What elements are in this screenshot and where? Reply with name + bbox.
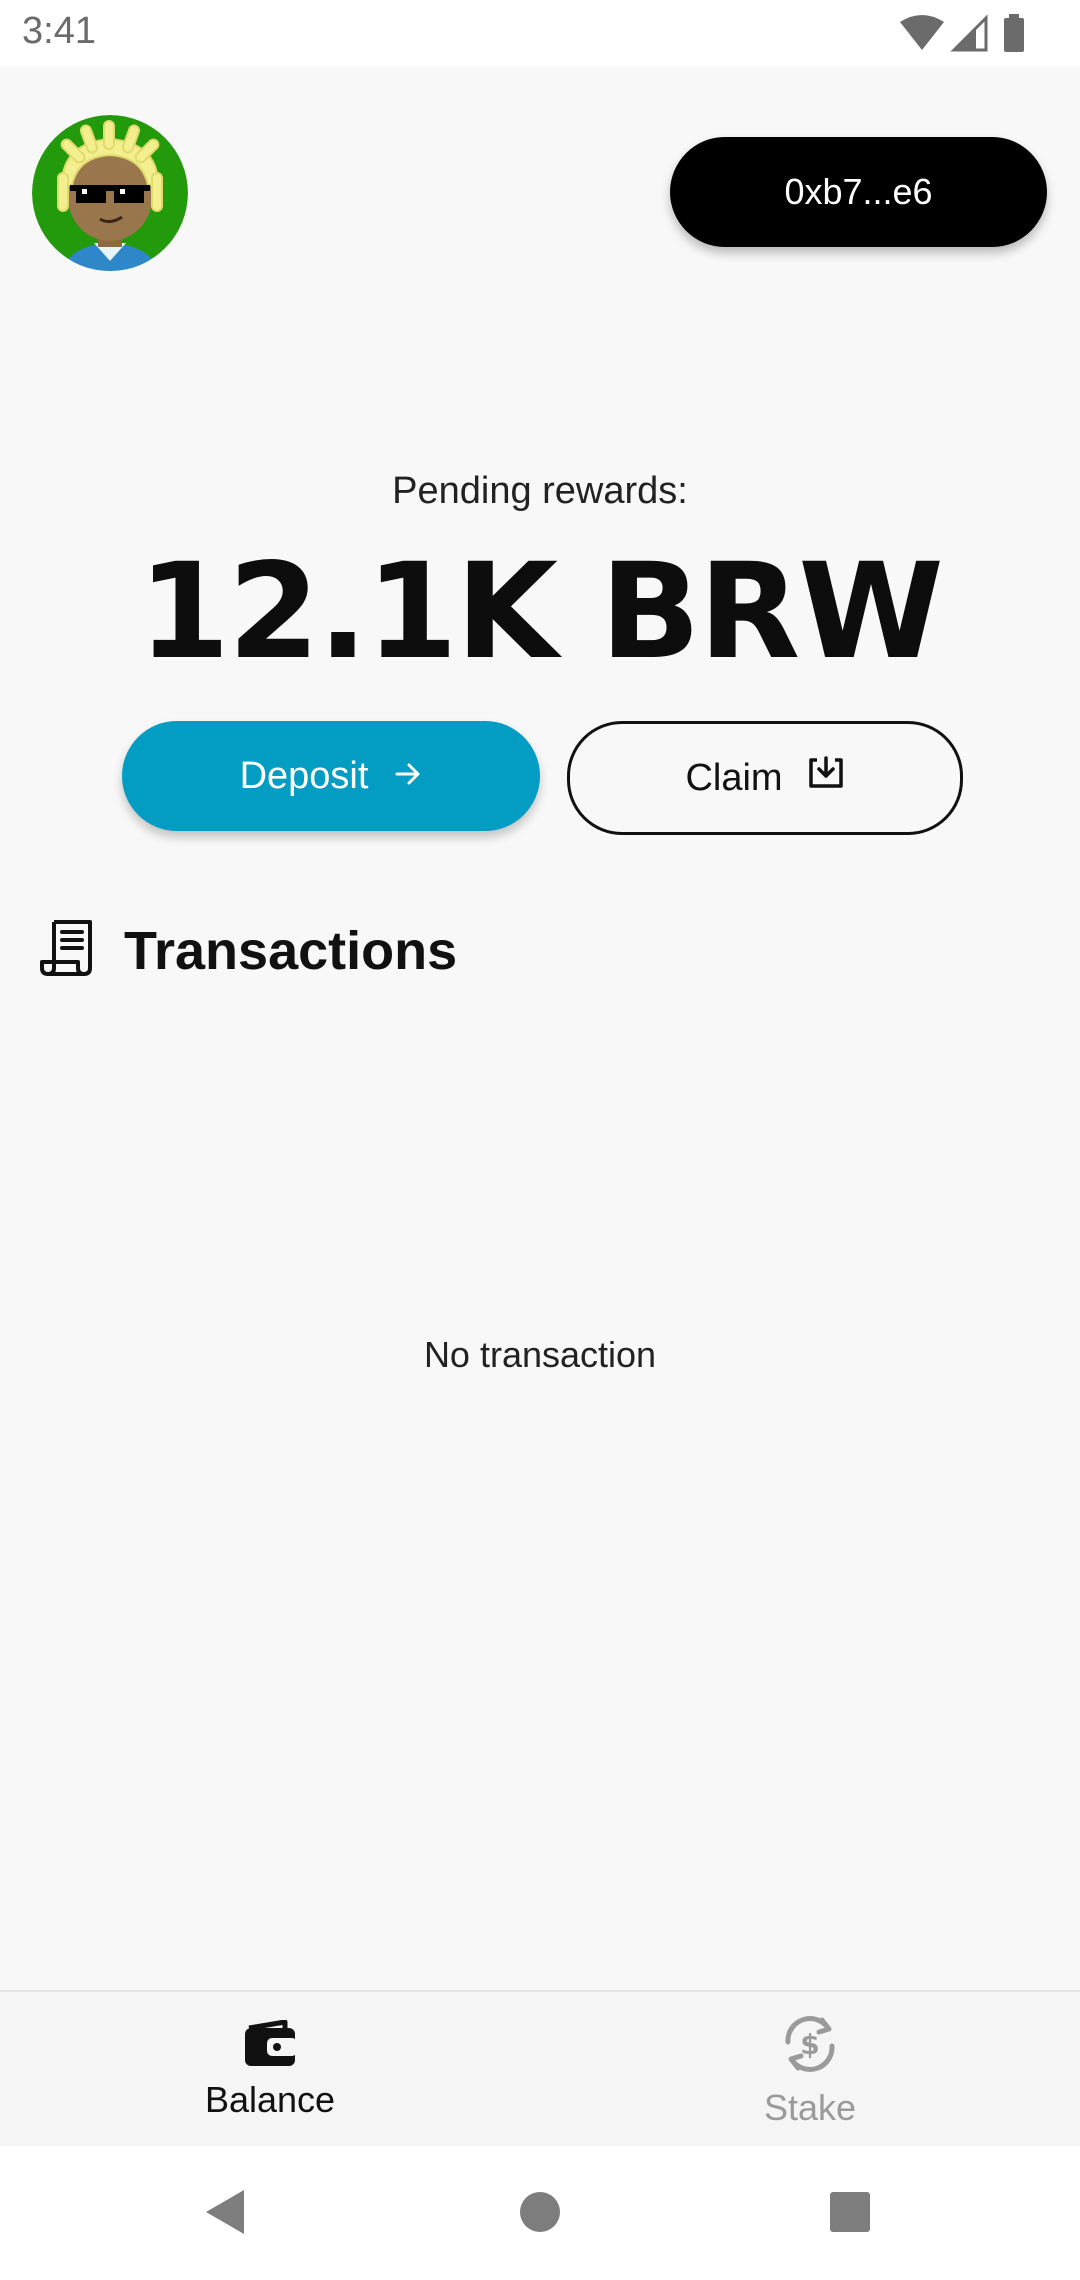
download-icon bbox=[807, 756, 845, 800]
wallet-icon bbox=[243, 2019, 297, 2073]
signal-icon bbox=[950, 14, 988, 52]
arrow-right-icon bbox=[394, 755, 422, 798]
empty-transactions-text: No transaction bbox=[423, 1334, 657, 1375]
nav-label-stake: Stake bbox=[763, 2086, 857, 2128]
status-icons bbox=[900, 14, 1040, 54]
transactions-title: Transactions bbox=[124, 920, 458, 981]
transactions-header: Transactions bbox=[38, 918, 457, 983]
system-navigation-bar bbox=[0, 2146, 1080, 2280]
back-icon[interactable] bbox=[204, 2188, 248, 2241]
status-bar: 3:41 bbox=[0, 0, 1080, 66]
home-icon[interactable] bbox=[518, 2190, 562, 2239]
pending-rewards-value: 12.1K BRW bbox=[138, 535, 944, 689]
stake-icon: $ bbox=[778, 2012, 842, 2081]
bottom-nav: Balance $ Stake bbox=[0, 1990, 1080, 2148]
nav-label-balance: Balance bbox=[204, 2078, 336, 2120]
avatar[interactable] bbox=[32, 115, 188, 271]
recents-icon[interactable] bbox=[828, 2190, 872, 2239]
deposit-button[interactable]: Deposit bbox=[122, 721, 540, 831]
nav-item-stake[interactable]: $ Stake bbox=[660, 1992, 960, 2148]
wallet-address-button[interactable]: 0xb7...e6 bbox=[670, 137, 1047, 247]
svg-text:$: $ bbox=[800, 2028, 819, 2061]
claim-button[interactable]: Claim bbox=[567, 721, 963, 835]
status-time: 3:41 bbox=[22, 10, 96, 52]
battery-icon bbox=[1004, 14, 1024, 52]
wallet-address-label: 0xb7...e6 bbox=[784, 171, 933, 212]
nav-item-balance[interactable]: Balance bbox=[120, 1992, 420, 2148]
wifi-icon bbox=[900, 15, 944, 50]
receipt-icon bbox=[38, 918, 94, 983]
pending-rewards-label: Pending rewards: bbox=[392, 470, 688, 512]
deposit-button-label: Deposit bbox=[239, 754, 369, 797]
claim-button-label: Claim bbox=[685, 756, 783, 799]
